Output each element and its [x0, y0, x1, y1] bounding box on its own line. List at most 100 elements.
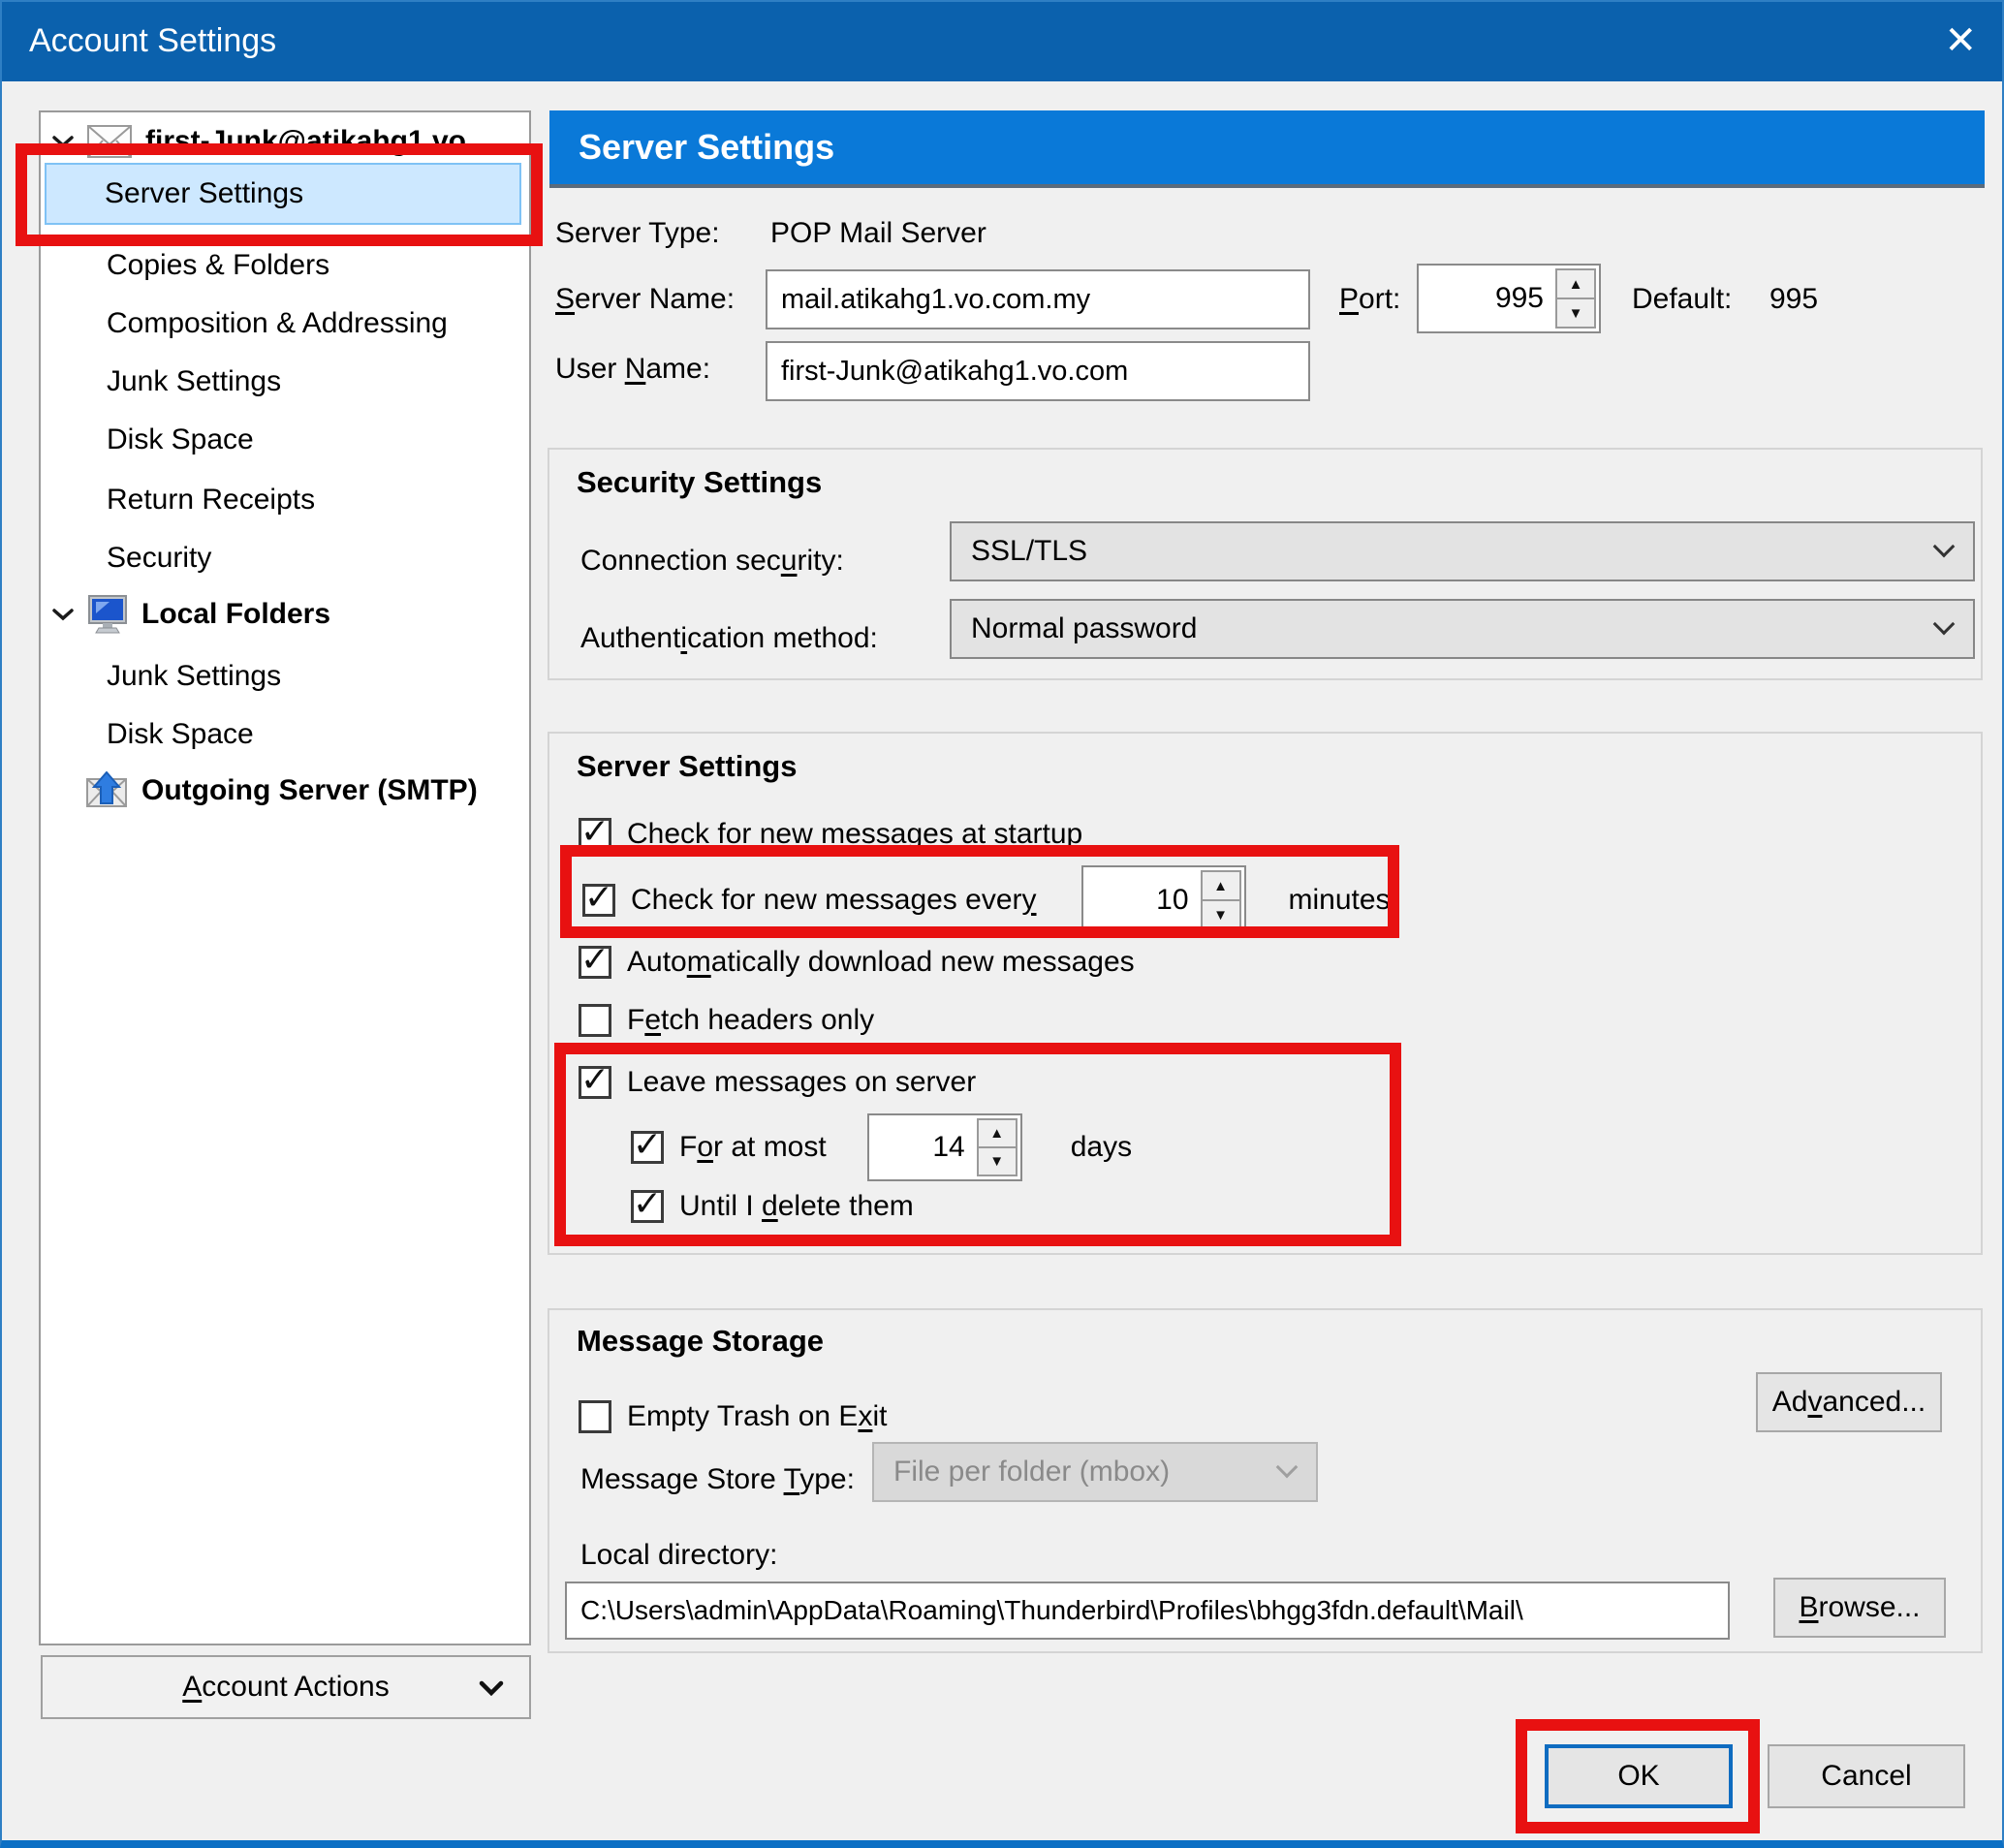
- server-type-value: POP Mail Server: [770, 217, 986, 250]
- checkbox[interactable]: [631, 1190, 664, 1223]
- for-at-most-value[interactable]: 14: [869, 1131, 977, 1164]
- page-title: Server Settings: [549, 110, 1985, 188]
- advanced-button[interactable]: Advanced...: [1756, 1372, 1942, 1432]
- mail-account-icon: [87, 125, 132, 158]
- sidebar-item-composition-addressing[interactable]: Composition & Addressing: [107, 300, 448, 347]
- port-default-value: 995: [1769, 283, 1818, 316]
- port-label: Port:: [1339, 283, 1400, 316]
- spin-up-button[interactable]: ▲: [977, 1118, 1018, 1148]
- window-title: Account Settings: [29, 22, 276, 60]
- sidebar-item-copies-folders[interactable]: Copies & Folders: [107, 242, 329, 289]
- local-folders-label: Local Folders: [141, 598, 330, 631]
- store-type-label: Message Store Type:: [580, 1463, 855, 1496]
- fetch-headers-row[interactable]: Fetch headers only: [579, 997, 874, 1044]
- for-at-most-row[interactable]: For at most 14 ▲ ▼ days: [631, 1119, 1132, 1175]
- sidebar-item-outgoing-server[interactable]: Outgoing Server (SMTP): [85, 767, 478, 814]
- sidebar-item-server-settings[interactable]: Server Settings: [45, 163, 521, 225]
- spin-down-button[interactable]: ▼: [1555, 299, 1596, 329]
- connection-security-label: Connection security:: [580, 545, 844, 578]
- port-value[interactable]: 995: [1419, 282, 1555, 315]
- leave-messages-row[interactable]: Leave messages on server: [579, 1059, 976, 1106]
- checkbox-label[interactable]: Empty Trash on Exit: [627, 1400, 887, 1433]
- checkbox[interactable]: [631, 1131, 664, 1164]
- check-every-unit: minutes: [1289, 884, 1391, 917]
- checkbox[interactable]: [579, 818, 611, 851]
- port-default-label: Default:: [1632, 283, 1732, 316]
- account-tree: first-Junk@atikahg1.vo... Server Setting…: [39, 110, 531, 1645]
- checkbox-label[interactable]: Leave messages on server: [627, 1066, 976, 1099]
- titlebar: Account Settings: [0, 0, 2004, 81]
- for-at-most-unit: days: [1071, 1131, 1132, 1164]
- store-type-value: File per folder (mbox): [893, 1456, 1170, 1488]
- account-name: first-Junk@atikahg1.vo...: [145, 125, 490, 158]
- chevron-down-icon: [1933, 613, 1956, 636]
- for-at-most-stepper[interactable]: 14 ▲ ▼: [867, 1113, 1022, 1181]
- check-every-stepper[interactable]: 10 ▲ ▼: [1081, 865, 1246, 935]
- group-title: Server Settings: [577, 749, 797, 784]
- check-startup-row[interactable]: Check for new messages at startup: [579, 811, 1082, 858]
- sidebar-item-disk-space[interactable]: Disk Space: [107, 417, 254, 463]
- sidebar-item-local-junk-settings[interactable]: Junk Settings: [107, 653, 281, 700]
- until-delete-row[interactable]: Until I delete them: [631, 1183, 914, 1230]
- spin-down-button[interactable]: ▼: [1201, 901, 1241, 930]
- check-every-row[interactable]: Check for new messages every 10 ▲ ▼ minu…: [582, 871, 1391, 929]
- checkbox[interactable]: [579, 1066, 611, 1099]
- connection-security-select[interactable]: SSL/TLS: [950, 521, 1975, 581]
- tree-account-root[interactable]: first-Junk@atikahg1.vo...: [52, 116, 490, 167]
- sidebar-item-security[interactable]: Security: [107, 535, 211, 581]
- local-folders-computer-icon: [87, 595, 128, 634]
- auto-download-row[interactable]: Automatically download new messages: [579, 939, 1135, 986]
- spin-up-button[interactable]: ▲: [1201, 870, 1241, 901]
- spin-up-button[interactable]: ▲: [1555, 268, 1596, 299]
- account-actions-label: Account Actions: [182, 1671, 389, 1704]
- chevron-down-icon: [1276, 1456, 1299, 1479]
- chevron-down-icon: [52, 135, 74, 148]
- ok-button[interactable]: OK: [1545, 1744, 1733, 1808]
- chevron-down-icon: [479, 1680, 504, 1696]
- browse-button[interactable]: Browse...: [1773, 1578, 1946, 1638]
- outgoing-server-icon: [85, 771, 128, 810]
- check-every-value[interactable]: 10: [1083, 884, 1201, 917]
- group-title: Message Storage: [577, 1324, 824, 1359]
- checkbox[interactable]: [582, 884, 615, 917]
- server-name-input[interactable]: [766, 269, 1310, 329]
- sidebar-item-return-receipts[interactable]: Return Receipts: [107, 477, 315, 523]
- checkbox-label[interactable]: Check for new messages at startup: [627, 818, 1082, 851]
- auth-method-label: Authentication method:: [580, 622, 878, 655]
- server-type-label: Server Type:: [555, 217, 720, 250]
- account-actions-button[interactable]: Account Actions: [41, 1655, 531, 1719]
- server-settings-group: Server Settings Check for new messages a…: [548, 732, 1983, 1255]
- port-stepper[interactable]: 995 ▲ ▼: [1417, 264, 1601, 333]
- message-storage-group: Message Storage Empty Trash on Exit Mess…: [548, 1308, 1983, 1653]
- store-type-select: File per folder (mbox): [872, 1442, 1318, 1502]
- sidebar-item-label: Server Settings: [105, 177, 303, 210]
- checkbox-label[interactable]: Until I delete them: [679, 1190, 914, 1223]
- user-name-input[interactable]: [766, 341, 1310, 401]
- checkbox-label[interactable]: Automatically download new messages: [627, 946, 1135, 979]
- sidebar-item-junk-settings[interactable]: Junk Settings: [107, 359, 281, 405]
- close-icon[interactable]: ✕: [1944, 0, 1977, 81]
- auth-method-select[interactable]: Normal password: [950, 599, 1975, 659]
- checkbox[interactable]: [579, 946, 611, 979]
- checkbox-label[interactable]: Fetch headers only: [627, 1004, 874, 1037]
- local-directory-input[interactable]: [565, 1582, 1730, 1640]
- group-title: Security Settings: [577, 465, 822, 500]
- chevron-down-icon: [52, 608, 74, 621]
- chevron-down-icon: [1933, 536, 1956, 558]
- sidebar-item-local-disk-space[interactable]: Disk Space: [107, 711, 254, 758]
- connection-security-value: SSL/TLS: [971, 535, 1087, 568]
- spin-down-button[interactable]: ▼: [977, 1148, 1018, 1176]
- tree-local-folders-root[interactable]: Local Folders: [52, 591, 330, 638]
- checkbox-label[interactable]: For at most: [679, 1131, 827, 1164]
- security-settings-group: Security Settings Connection security: S…: [548, 448, 1983, 680]
- checkbox[interactable]: [579, 1400, 611, 1433]
- local-directory-label: Local directory:: [580, 1539, 777, 1572]
- auth-method-value: Normal password: [971, 612, 1197, 645]
- user-name-label: User Name:: [555, 353, 710, 386]
- cancel-button[interactable]: Cancel: [1768, 1744, 1965, 1808]
- checkbox-label[interactable]: Check for new messages every: [631, 884, 1037, 917]
- outgoing-server-label: Outgoing Server (SMTP): [141, 774, 478, 807]
- empty-trash-row[interactable]: Empty Trash on Exit: [579, 1394, 887, 1440]
- server-name-label: Server Name:: [555, 283, 735, 316]
- checkbox[interactable]: [579, 1004, 611, 1037]
